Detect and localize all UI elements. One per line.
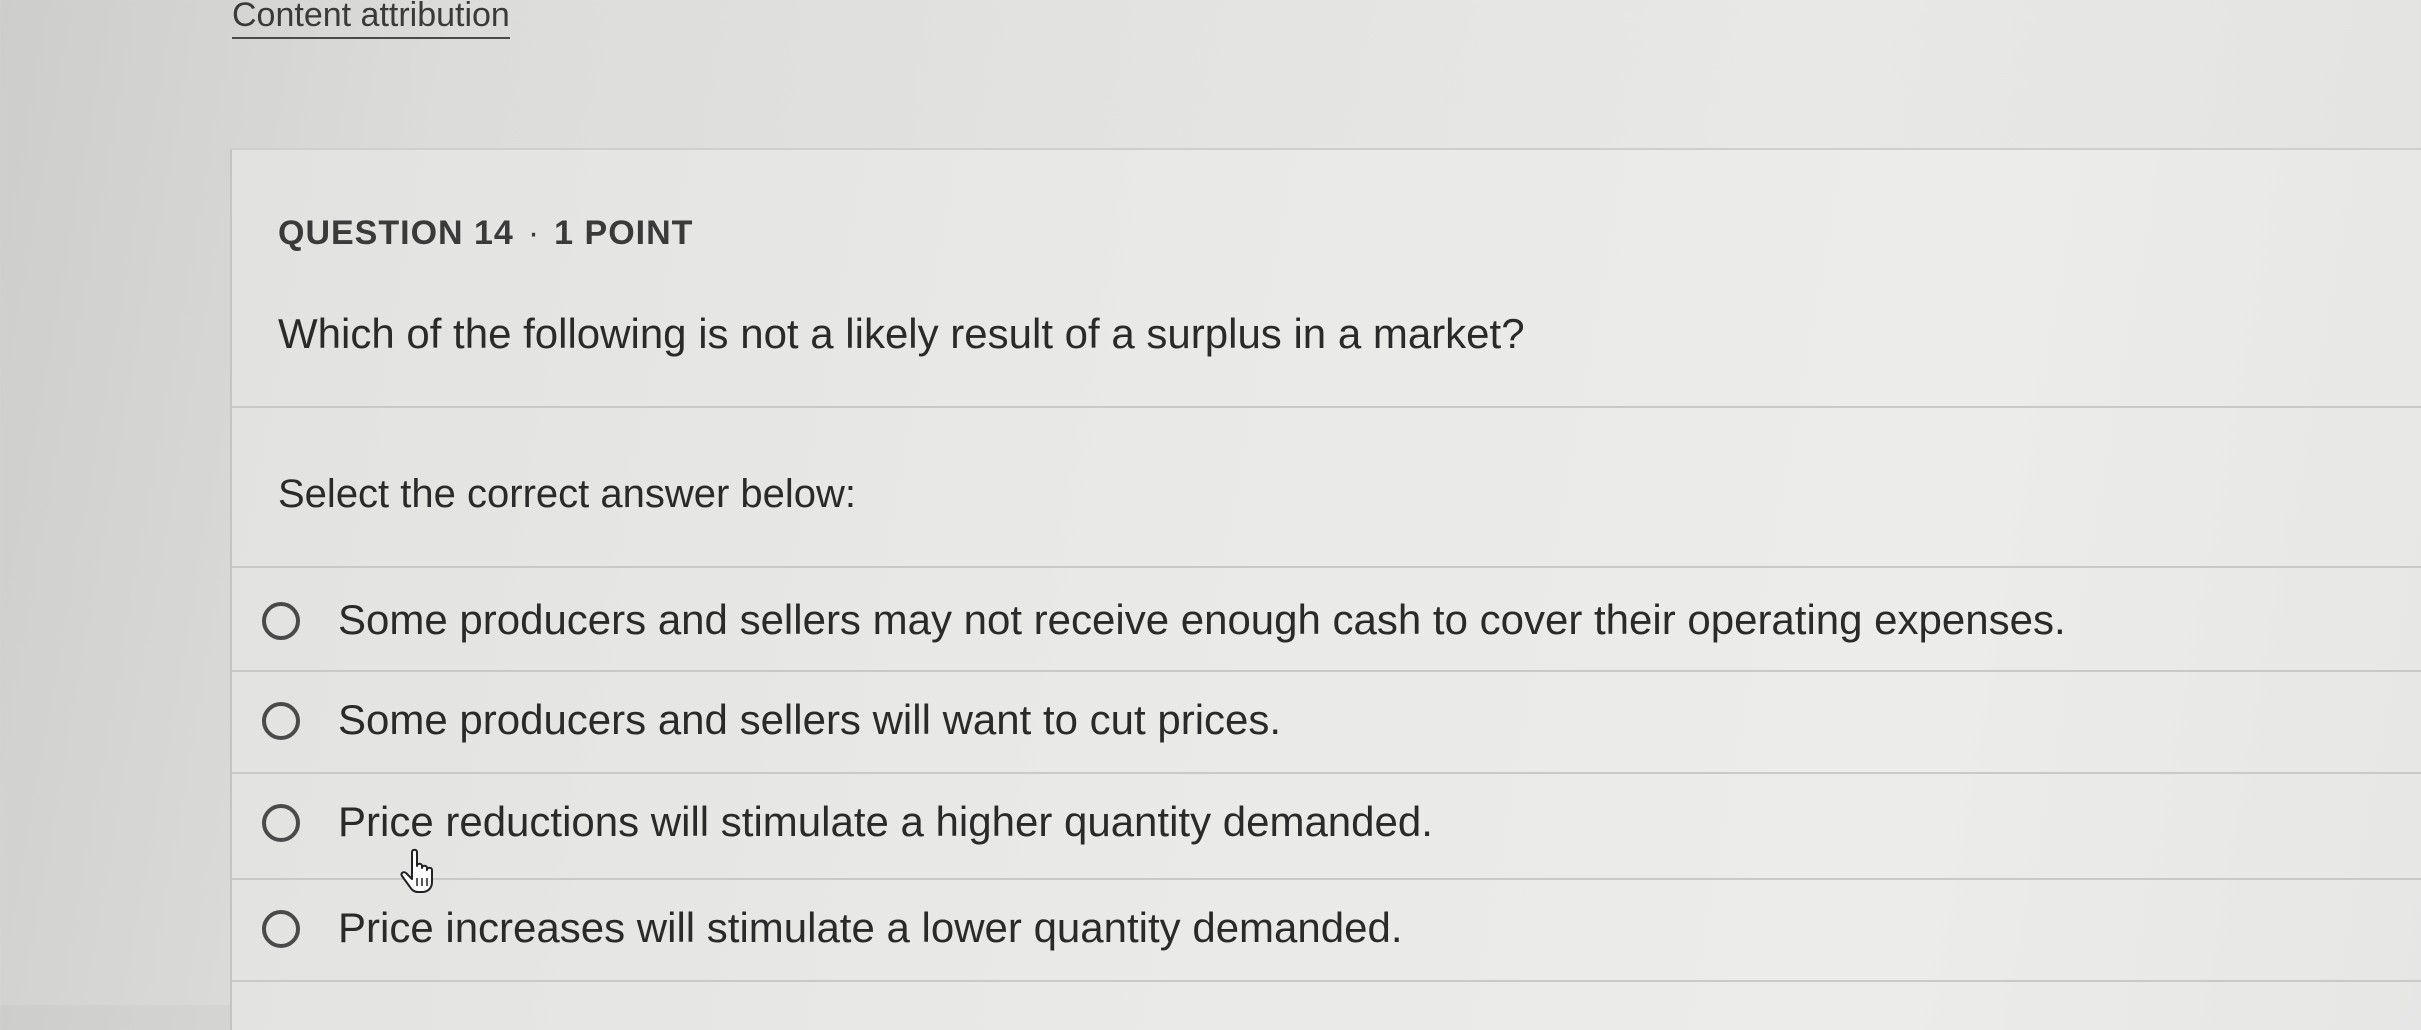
question-text: Which of the following is not a likely r…: [278, 310, 1525, 357]
option-label: Some producers and sellers will want to …: [338, 696, 1282, 743]
option-label: Some producers and sellers may not recei…: [338, 596, 2066, 643]
question-number: QUESTION 14: [278, 214, 514, 252]
radio-button[interactable]: [262, 804, 300, 842]
answer-option-3[interactable]: Price reductions will stimulate a higher…: [232, 776, 2421, 872]
divider: [232, 878, 2421, 880]
question-points: 1 POINT: [554, 214, 694, 252]
divider: [232, 772, 2421, 774]
option-label: Price increases will stimulate a lower q…: [338, 904, 1403, 951]
divider: [232, 670, 2421, 672]
answer-option-1[interactable]: Some producers and sellers may not recei…: [232, 574, 2421, 670]
divider: [232, 980, 2421, 982]
hand-pointer-icon: [400, 848, 433, 893]
radio-button[interactable]: [262, 910, 300, 948]
option-label: Price reductions will stimulate a higher…: [338, 798, 1433, 845]
content-attribution-link[interactable]: Content attribution: [232, 0, 510, 39]
question-card: QUESTION 14 · 1 POINT Which of the followi…: [230, 148, 2421, 1030]
question-header: QUESTION 14 · 1 POINT: [278, 214, 693, 253]
divider: [232, 566, 2421, 568]
answer-option-2[interactable]: Some producers and sellers will want to …: [232, 674, 2421, 770]
radio-button[interactable]: [262, 602, 300, 640]
header-separator: ·: [527, 214, 541, 252]
answer-instruction: Select the correct answer below:: [278, 472, 857, 516]
divider: [232, 406, 2421, 408]
radio-button[interactable]: [262, 702, 300, 740]
answer-option-4[interactable]: Price increases will stimulate a lower q…: [232, 882, 2421, 978]
